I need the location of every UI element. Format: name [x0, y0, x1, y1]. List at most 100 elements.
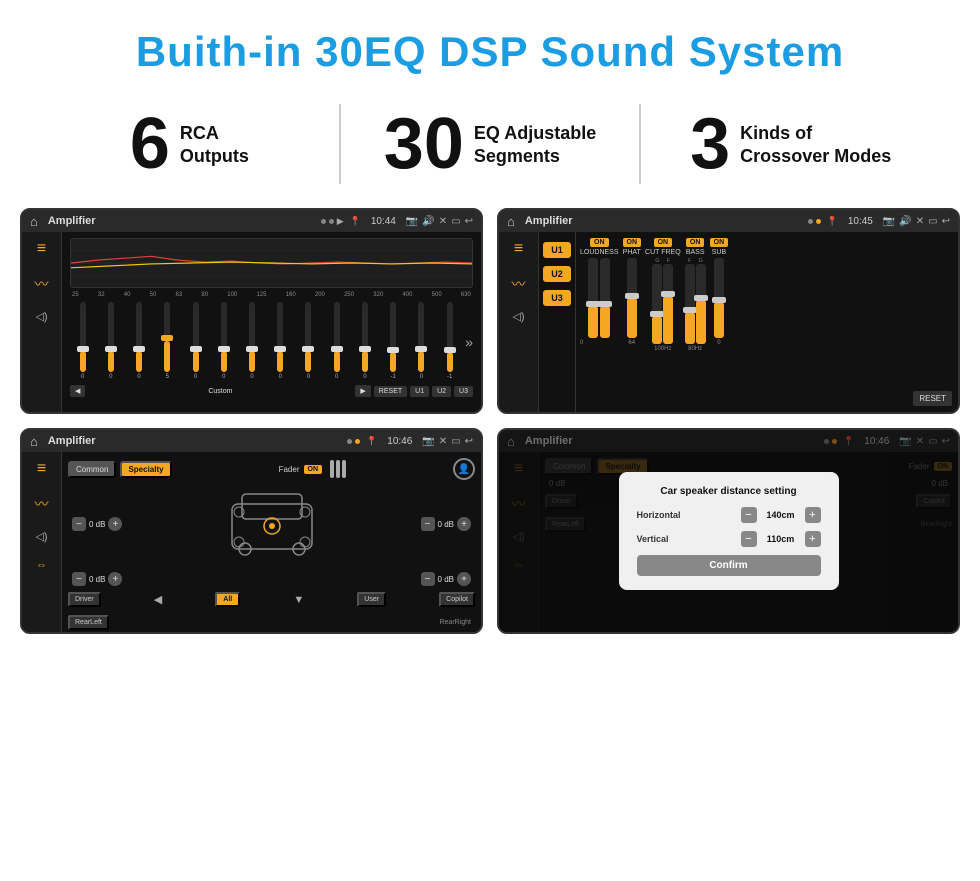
- phat-thumb[interactable]: [625, 293, 639, 299]
- u3-btn[interactable]: U3: [454, 386, 473, 397]
- left-arrow[interactable]: ◀: [154, 593, 162, 606]
- horizontal-plus[interactable]: +: [805, 507, 821, 523]
- slider-col-11[interactable]: 0: [352, 302, 377, 382]
- slider-track-5[interactable]: [193, 302, 199, 372]
- bass-g-slider[interactable]: [696, 264, 706, 344]
- slider-col-1[interactable]: 0: [70, 302, 95, 382]
- vertical-minus[interactable]: −: [741, 531, 757, 547]
- sub-thumb[interactable]: [712, 297, 726, 303]
- speaker-icon-3[interactable]: ◁): [35, 530, 47, 543]
- user-btn-loc[interactable]: User: [357, 592, 386, 607]
- slider-track-1[interactable]: [80, 302, 86, 372]
- slider-col-13[interactable]: 0: [409, 302, 434, 382]
- copilot-btn[interactable]: Copilot: [439, 592, 475, 607]
- slider-thumb-14[interactable]: [444, 347, 456, 353]
- slider-track-6[interactable]: [221, 302, 227, 372]
- wave-icon-2[interactable]: 〰: [512, 274, 526, 294]
- horizontal-minus[interactable]: −: [741, 507, 757, 523]
- wave-icon-3[interactable]: 〰: [35, 494, 49, 514]
- slider-thumb-7[interactable]: [246, 346, 258, 352]
- reset-btn-2[interactable]: RESET: [913, 391, 952, 406]
- arrows-icon-3[interactable]: ⇔: [36, 559, 47, 571]
- prev-btn[interactable]: ◀: [70, 385, 85, 397]
- slider-col-4[interactable]: 5: [155, 302, 180, 382]
- person-icon[interactable]: 👤: [453, 458, 475, 480]
- slider-track-14[interactable]: [447, 302, 453, 372]
- cutfreq-f-thumb[interactable]: [661, 291, 675, 297]
- slider-track-7[interactable]: [249, 302, 255, 372]
- slider-thumb-8[interactable]: [274, 346, 286, 352]
- slider-col-10[interactable]: 0: [324, 302, 349, 382]
- left-front-plus[interactable]: +: [108, 517, 122, 531]
- rearleft-btn[interactable]: RearLeft: [68, 615, 109, 630]
- speaker-icon-2[interactable]: ◁): [512, 310, 524, 323]
- confirm-btn[interactable]: Confirm: [637, 555, 821, 576]
- slider-col-7[interactable]: 0: [239, 302, 264, 382]
- right-rear-plus[interactable]: +: [457, 572, 471, 586]
- slider-col-8[interactable]: 0: [268, 302, 293, 382]
- u2-btn[interactable]: U2: [432, 386, 451, 397]
- slider-track-12[interactable]: [390, 302, 396, 372]
- eq-icon[interactable]: ≡: [37, 240, 46, 258]
- loudness-thumb-r[interactable]: [598, 301, 612, 307]
- cutfreq-g-slider[interactable]: [652, 264, 662, 344]
- slider-track-3[interactable]: [136, 302, 142, 372]
- slider-col-14[interactable]: -1: [437, 302, 462, 382]
- right-front-minus[interactable]: −: [421, 517, 435, 531]
- common-btn[interactable]: Common: [68, 461, 116, 478]
- cutfreq-f-slider[interactable]: [663, 264, 673, 344]
- slider-track-11[interactable]: [362, 302, 368, 372]
- left-rear-minus[interactable]: −: [72, 572, 86, 586]
- slider-track-10[interactable]: [334, 302, 340, 372]
- home-icon[interactable]: ⌂: [30, 214, 38, 229]
- reset-btn[interactable]: RESET: [374, 386, 407, 397]
- slider-thumb-12[interactable]: [387, 347, 399, 353]
- u1-btn[interactable]: U1: [410, 386, 429, 397]
- slider-thumb-5[interactable]: [190, 346, 202, 352]
- slider-thumb-13[interactable]: [415, 346, 427, 352]
- slider-thumb-11[interactable]: [359, 346, 371, 352]
- u2-preset-btn[interactable]: U2: [543, 266, 571, 282]
- speaker-icon-1[interactable]: ◁): [35, 310, 47, 323]
- slider-thumb-6[interactable]: [218, 346, 230, 352]
- down-arrow[interactable]: ▼: [293, 594, 304, 606]
- slider-col-2[interactable]: 0: [98, 302, 123, 382]
- sub-slider[interactable]: [714, 258, 724, 338]
- cutfreq-on[interactable]: ON: [654, 238, 673, 247]
- fader-on[interactable]: ON: [304, 465, 323, 474]
- loudness-slider-r[interactable]: [600, 258, 610, 338]
- slider-col-9[interactable]: 0: [296, 302, 321, 382]
- u1-preset-btn[interactable]: U1: [543, 242, 571, 258]
- left-rear-plus[interactable]: +: [108, 572, 122, 586]
- slider-thumb-4[interactable]: [161, 335, 173, 341]
- vertical-plus[interactable]: +: [805, 531, 821, 547]
- right-front-plus[interactable]: +: [457, 517, 471, 531]
- eq-icon-3[interactable]: ≡: [37, 460, 46, 478]
- slider-track-4[interactable]: [164, 302, 170, 372]
- left-front-minus[interactable]: −: [72, 517, 86, 531]
- slider-track-9[interactable]: [305, 302, 311, 372]
- phat-slider[interactable]: [627, 258, 637, 338]
- slider-col-12[interactable]: -1: [381, 302, 406, 382]
- specialty-btn[interactable]: Specialty: [120, 461, 171, 478]
- wave-icon-1[interactable]: 〰: [35, 274, 49, 294]
- bass-on[interactable]: ON: [686, 238, 705, 247]
- slider-thumb-2[interactable]: [105, 346, 117, 352]
- slider-col-6[interactable]: 0: [211, 302, 236, 382]
- slider-col-5[interactable]: 0: [183, 302, 208, 382]
- home-icon-3[interactable]: ⌂: [30, 434, 38, 449]
- slider-thumb-3[interactable]: [133, 346, 145, 352]
- sub-on[interactable]: ON: [710, 238, 729, 247]
- right-rear-minus[interactable]: −: [421, 572, 435, 586]
- slider-thumb-9[interactable]: [302, 346, 314, 352]
- u3-preset-btn[interactable]: U3: [543, 290, 571, 306]
- home-icon-2[interactable]: ⌂: [507, 214, 515, 229]
- bass-f-slider[interactable]: [685, 264, 695, 344]
- eq-icon-2[interactable]: ≡: [514, 240, 523, 258]
- driver-btn[interactable]: Driver: [68, 592, 101, 607]
- cutfreq-g-thumb[interactable]: [650, 311, 664, 317]
- slider-track-8[interactable]: [277, 302, 283, 372]
- slider-col-3[interactable]: 0: [126, 302, 151, 382]
- bass-f-thumb[interactable]: [683, 307, 697, 313]
- slider-track-2[interactable]: [108, 302, 114, 372]
